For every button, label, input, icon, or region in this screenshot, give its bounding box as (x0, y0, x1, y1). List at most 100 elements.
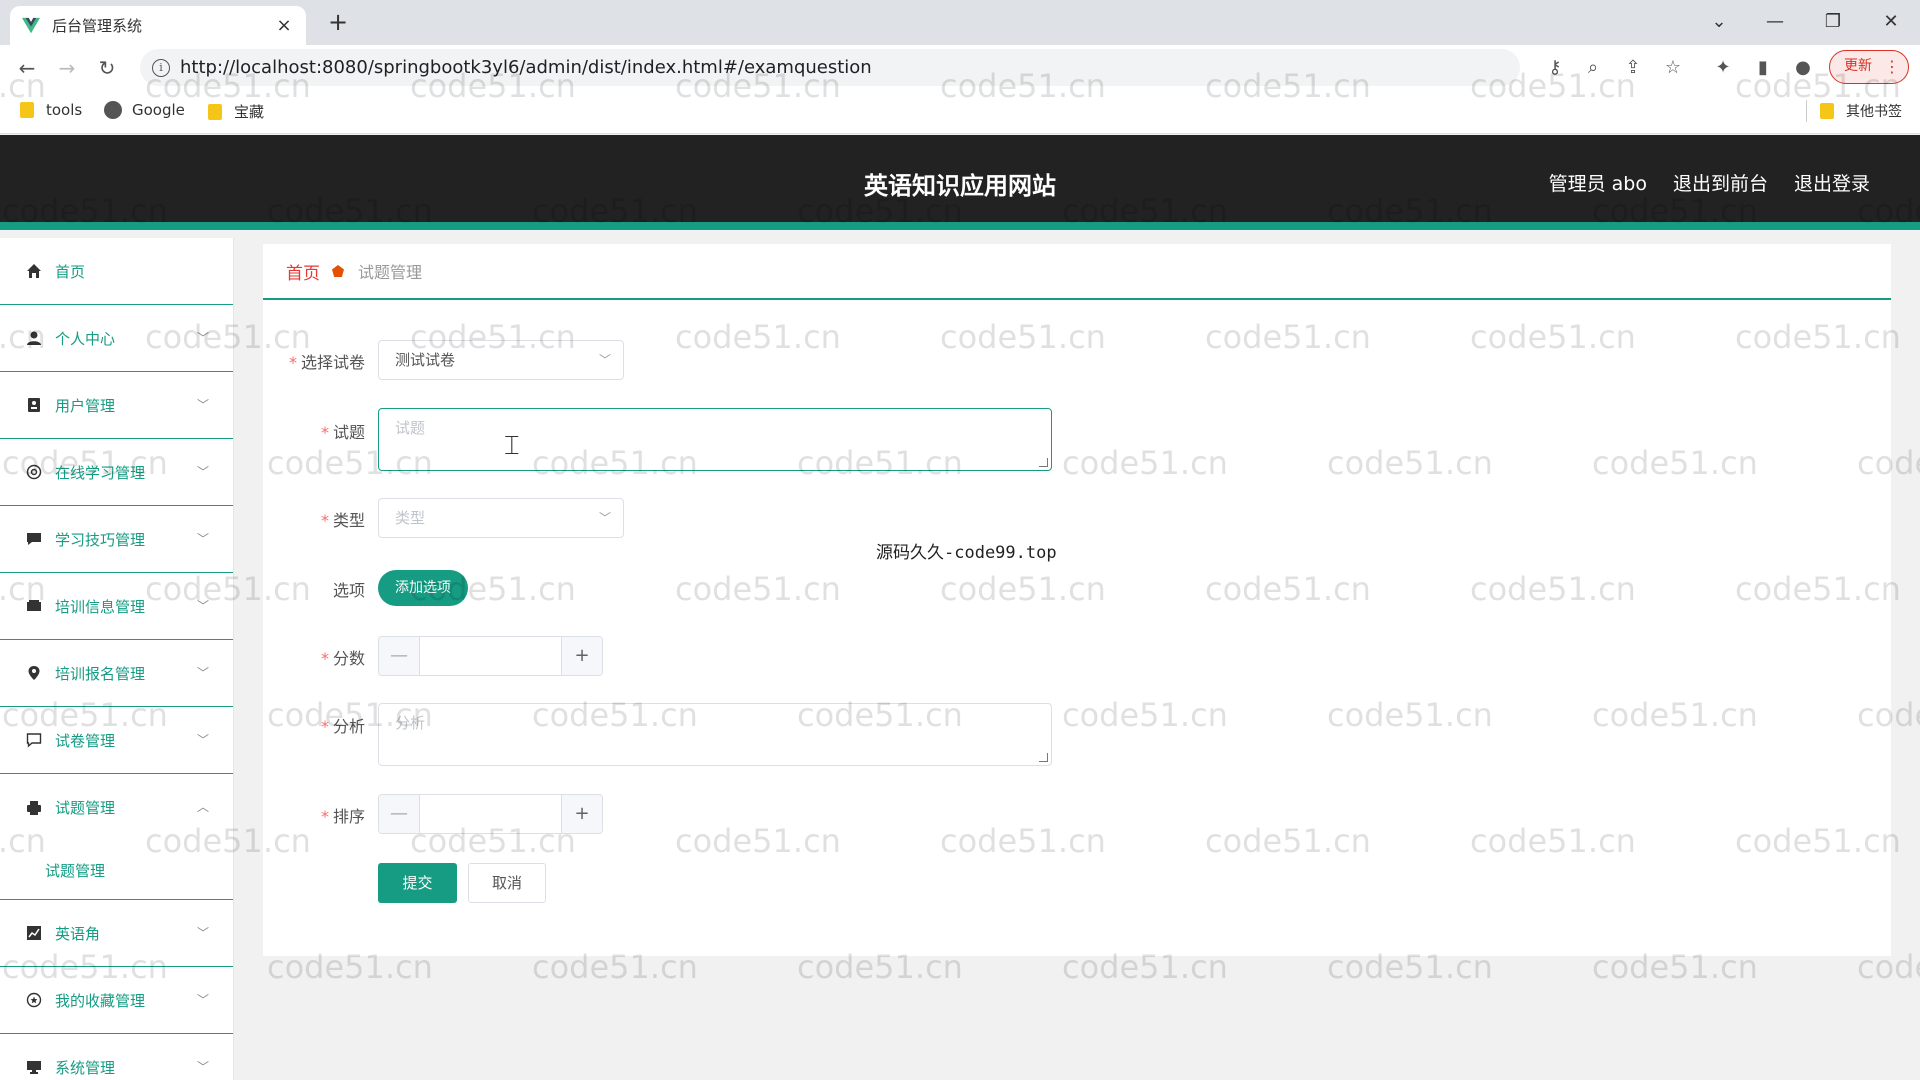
exit-to-front-link[interactable]: 退出到前台 (1673, 169, 1768, 196)
key-icon[interactable]: ⚷ (1540, 53, 1570, 83)
extensions-icon[interactable]: ✦ (1708, 53, 1738, 83)
bookmark-label: 宝藏 (234, 103, 265, 121)
score-stepper[interactable]: — + (378, 636, 603, 676)
question-placeholder: 试题 (395, 419, 426, 437)
main-panel: 首页 试题管理 * 选择试卷 测试试卷 ﹀ * 试题 试题 * 类型 类型 ﹀ 选项 … (263, 244, 1891, 956)
sidebar-item-label: 培训信息管理 (55, 597, 146, 616)
sidebar-subitem-exam-question[interactable]: 试题管理 (0, 841, 233, 900)
bookmarks-bar: tools Google 宝藏 其他书签 (0, 90, 1920, 134)
tab-close-icon[interactable]: × (274, 15, 294, 36)
sidebar-item-online-study[interactable]: 在线学习管理 ﹀ (0, 439, 233, 506)
sidebar: 首页 个人中心 ﹀ 用户管理 ﹀ 在线学习管理 ﹀ 学习技巧管理 ﹀ 培训信息管… (0, 238, 234, 1080)
sidebar-item-exam-question[interactable]: 试题管理 ︿ (0, 774, 233, 841)
cancel-button[interactable]: 取消 (468, 863, 546, 903)
logout-link[interactable]: 退出登录 (1794, 169, 1870, 196)
sidebar-item-users[interactable]: 用户管理 ﹀ (0, 372, 233, 439)
comment-icon (26, 732, 42, 748)
add-option-button[interactable]: 添加选项 (378, 570, 468, 606)
required-mark: * (320, 511, 329, 530)
type-select-placeholder: 类型 (395, 509, 426, 527)
sidebar-item-training-info[interactable]: 培训信息管理 ﹀ (0, 573, 233, 640)
plus-icon[interactable]: + (561, 795, 602, 833)
score-input[interactable] (420, 637, 561, 675)
share-icon[interactable]: ⇪ (1618, 53, 1648, 83)
bookmark-label: tools (46, 101, 83, 119)
profile-icon[interactable]: ● (1788, 53, 1818, 83)
sidebar-item-label: 我的收藏管理 (55, 991, 146, 1010)
sidebar-item-training-signup[interactable]: 培训报名管理 ﹀ (0, 640, 233, 707)
sidebar-item-profile[interactable]: 个人中心 ﹀ (0, 305, 233, 372)
minus-icon[interactable]: — (379, 637, 420, 675)
more-menu-icon[interactable]: ⋮ (1884, 51, 1900, 82)
folder-icon (208, 103, 222, 120)
submit-button[interactable]: 提交 (378, 863, 457, 903)
paper-select-value: 测试试卷 (395, 351, 456, 369)
tab-search-icon[interactable]: ⌄ (1696, 4, 1742, 40)
type-select[interactable]: 类型 ﹀ (378, 498, 624, 538)
paper-label-text: 选择试卷 (300, 353, 365, 372)
update-label: 更新 (1844, 58, 1872, 74)
restore-icon[interactable]: ❐ (1810, 4, 1856, 40)
browser-tab[interactable]: 后台管理系统 × (10, 6, 306, 45)
resize-handle-icon[interactable] (1039, 753, 1048, 762)
type-label-text: 类型 (332, 511, 365, 530)
analysis-label-text: 分析 (332, 717, 365, 736)
analysis-textarea[interactable]: 分析 (378, 703, 1052, 766)
question-label-text: 试题 (332, 423, 365, 442)
sidebar-item-favorites[interactable]: 我的收藏管理 ﹀ (0, 967, 233, 1034)
close-window-icon[interactable]: ✕ (1868, 4, 1914, 40)
chevron-down-icon: ﹀ (196, 733, 209, 747)
analysis-label: * 分析 (263, 713, 365, 737)
chart-icon (26, 925, 42, 941)
new-tab-button[interactable]: + (326, 6, 350, 38)
sort-stepper[interactable]: — + (378, 794, 603, 834)
sidebar-item-label: 英语角 (55, 924, 101, 943)
bookmark-star-icon[interactable]: ☆ (1658, 53, 1688, 83)
sort-input[interactable] (420, 795, 561, 833)
compass-icon (26, 464, 42, 480)
sidebar-item-home[interactable]: 首页 (0, 238, 233, 305)
resize-handle-icon[interactable] (1039, 458, 1048, 467)
bookmark-label: 其他书签 (1846, 104, 1902, 120)
vue-logo-icon (22, 17, 40, 33)
home-icon (26, 263, 42, 279)
bookmarks-divider (1806, 100, 1807, 122)
sidebar-item-english-corner[interactable]: 英语角 ﹀ (0, 900, 233, 967)
contact-card-icon (26, 397, 42, 413)
question-textarea[interactable]: 试题 (378, 408, 1052, 471)
type-label: * 类型 (263, 507, 365, 531)
paper-select[interactable]: 测试试卷 ﹀ (378, 340, 624, 380)
bookmark-treasure[interactable]: 宝藏 (208, 101, 264, 122)
chevron-down-icon: ﹀ (196, 599, 209, 613)
sidebar-item-label: 系统管理 (55, 1058, 116, 1077)
options-label: 选项 (332, 581, 365, 600)
bookmark-tools[interactable]: tools (20, 101, 82, 119)
side-panel-icon[interactable]: ▮ (1748, 53, 1778, 83)
score-label-text: 分数 (332, 649, 365, 668)
update-button[interactable]: 更新 ⋮ (1829, 50, 1909, 84)
chevron-down-icon: ﹀ (196, 398, 209, 412)
sidebar-item-label: 学习技巧管理 (55, 530, 146, 549)
minus-icon[interactable]: — (379, 795, 420, 833)
bookmark-google[interactable]: Google (104, 101, 185, 119)
plus-icon[interactable]: + (561, 637, 602, 675)
address-bar[interactable]: i http://localhost:8080/springbootk3yl6/… (140, 49, 1520, 86)
reload-icon[interactable]: ↻ (92, 53, 122, 83)
breadcrumb-home[interactable]: 首页 (286, 259, 320, 284)
sidebar-item-exam-paper[interactable]: 试卷管理 ﹀ (0, 707, 233, 774)
sidebar-item-study-tips[interactable]: 学习技巧管理 ﹀ (0, 506, 233, 573)
site-info-icon[interactable]: i (152, 58, 170, 77)
forward-icon[interactable]: → (52, 53, 82, 83)
sidebar-item-system[interactable]: 系统管理 ﹀ (0, 1034, 233, 1080)
required-mark: * (320, 717, 329, 736)
minimize-icon[interactable]: — (1752, 4, 1798, 40)
sort-label-text: 排序 (332, 807, 365, 826)
back-icon[interactable]: ← (12, 53, 42, 83)
chevron-down-icon: ﹀ (196, 331, 209, 345)
bookmark-other[interactable]: 其他书签 (1820, 101, 1902, 121)
sort-label: * 排序 (263, 803, 365, 827)
url-text[interactable]: http://localhost:8080/springbootk3yl6/ad… (180, 57, 872, 78)
monitor-icon (26, 1059, 42, 1075)
zoom-icon[interactable]: ⌕ (1578, 53, 1608, 83)
chevron-up-icon: ︿ (196, 800, 209, 814)
